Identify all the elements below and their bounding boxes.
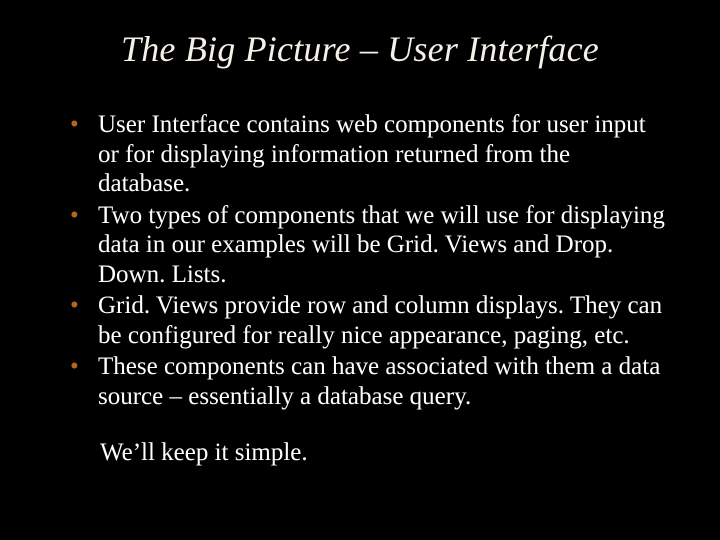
bullet-text: User Interface contains web components f… <box>98 111 646 197</box>
list-item: User Interface contains web components f… <box>70 110 665 199</box>
bullet-text: These components can have associated wit… <box>98 353 660 410</box>
list-item: Grid. Views provide row and column displ… <box>70 291 665 350</box>
slide: The Big Picture – User Interface User In… <box>0 0 720 540</box>
list-item: Two types of components that we will use… <box>70 201 665 290</box>
footer-text: We’ll keep it simple. <box>45 439 675 467</box>
bullet-text: Grid. Views provide row and column displ… <box>98 292 662 349</box>
bullet-list: User Interface contains web components f… <box>45 110 675 411</box>
list-item: These components can have associated wit… <box>70 352 665 411</box>
slide-title: The Big Picture – User Interface <box>45 28 675 70</box>
bullet-text: Two types of components that we will use… <box>98 202 665 288</box>
